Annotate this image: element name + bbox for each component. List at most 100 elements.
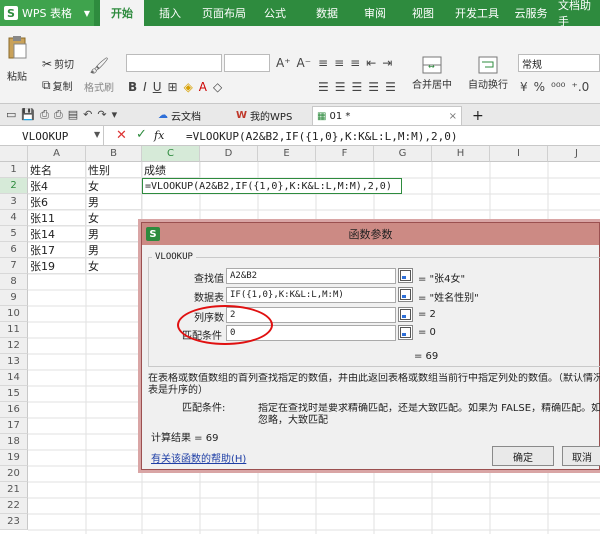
formula-input[interactable]: =VLOOKUP(A2&B2,IF({1,0},K:K&L:L,M:M),2,0… bbox=[186, 126, 458, 146]
copy-button[interactable]: ⧉ 复制 bbox=[42, 78, 73, 93]
cell-b3[interactable]: 男 bbox=[86, 194, 142, 210]
col-header-c[interactable]: C bbox=[142, 146, 200, 162]
tab-home[interactable]: 开始 bbox=[100, 0, 144, 26]
col-header-i[interactable]: I bbox=[490, 146, 548, 162]
row-header[interactable]: 22 bbox=[0, 498, 28, 514]
undo-icon[interactable]: ↶ bbox=[83, 108, 92, 122]
indent-less-icon[interactable]: ⇤ bbox=[366, 56, 376, 70]
row-header[interactable]: 20 bbox=[0, 466, 28, 482]
col-header-j[interactable]: J bbox=[548, 146, 600, 162]
tab-cloud[interactable]: 云服务 bbox=[510, 0, 552, 26]
col-header-g[interactable]: G bbox=[374, 146, 432, 162]
app-menu-button[interactable]: S WPS 表格 ▼ bbox=[0, 0, 94, 26]
row-header[interactable]: 18 bbox=[0, 434, 28, 450]
cell-c1[interactable]: 成绩 bbox=[142, 162, 200, 178]
arg-input-lookup-value[interactable]: A2&B2 bbox=[226, 268, 396, 284]
row-header[interactable]: 1 bbox=[0, 162, 28, 178]
justify-icon[interactable]: ☰ bbox=[368, 80, 379, 94]
redo-icon[interactable]: ↷ bbox=[97, 108, 106, 122]
export-icon[interactable]: ▤ bbox=[68, 108, 78, 122]
new-tab-plus-icon[interactable]: + bbox=[468, 106, 488, 125]
cut-button[interactable]: ✂ 剪切 bbox=[42, 56, 74, 72]
fill-color-icon[interactable]: ◈ bbox=[184, 80, 193, 94]
row-header[interactable]: 11 bbox=[0, 322, 28, 338]
row-header[interactable]: 10 bbox=[0, 306, 28, 322]
tab-insert[interactable]: 插入 bbox=[150, 0, 190, 26]
row-header[interactable]: 6 bbox=[0, 242, 28, 258]
close-icon[interactable]: × bbox=[449, 111, 457, 122]
currency-icon[interactable]: ¥ bbox=[520, 80, 528, 94]
cancel-icon[interactable]: ✕ bbox=[116, 128, 127, 143]
align-bottom-icon[interactable]: ≡ bbox=[350, 56, 360, 70]
name-box[interactable]: VLOOKUP bbox=[0, 126, 104, 146]
cell-a2[interactable]: 张4 bbox=[28, 178, 86, 194]
paste-button[interactable]: 粘贴 bbox=[6, 34, 28, 83]
range-select-icon[interactable] bbox=[398, 307, 413, 322]
cell-a7[interactable]: 张19 bbox=[28, 258, 86, 274]
row-header[interactable]: 21 bbox=[0, 482, 28, 498]
bold-icon[interactable]: B bbox=[128, 80, 137, 94]
row-header[interactable]: 17 bbox=[0, 418, 28, 434]
row-header[interactable]: 5 bbox=[0, 226, 28, 242]
help-link[interactable]: 有关该函数的帮助(H) bbox=[151, 450, 246, 465]
grow-font-icon[interactable]: A⁺ bbox=[276, 56, 291, 70]
cell-a3[interactable]: 张6 bbox=[28, 194, 86, 210]
align-middle-icon[interactable]: ≡ bbox=[334, 56, 344, 70]
chevron-down-icon[interactable]: ▾ bbox=[112, 108, 118, 122]
tab-page-layout[interactable]: 页面布局 bbox=[198, 0, 250, 26]
cell-a5[interactable]: 张14 bbox=[28, 226, 86, 242]
print-icon[interactable]: ⎙ bbox=[54, 108, 63, 122]
cell-b1[interactable]: 性别 bbox=[86, 162, 142, 178]
save-icon[interactable]: 💾 bbox=[21, 108, 35, 122]
row-header[interactable]: 9 bbox=[0, 290, 28, 306]
increase-decimal-icon[interactable]: ⁺.0 bbox=[571, 80, 589, 94]
cancel-button[interactable]: 取消 bbox=[562, 446, 600, 466]
row-header[interactable]: 3 bbox=[0, 194, 28, 210]
format-painter-button[interactable]: 🖌 格式刷 bbox=[84, 56, 114, 94]
row-header[interactable]: 19 bbox=[0, 450, 28, 466]
distributed-icon[interactable]: ☰ bbox=[385, 80, 396, 94]
chevron-down-icon[interactable]: ▼ bbox=[94, 130, 100, 139]
doc-tab-01[interactable]: ▦ 01 * × bbox=[312, 106, 462, 125]
col-header-a[interactable]: A bbox=[28, 146, 86, 162]
arg-input-table-array[interactable]: IF({1,0},K:K&L:L,M:M) bbox=[226, 287, 396, 303]
new-file-icon[interactable]: ▭ bbox=[6, 108, 16, 122]
font-color-icon[interactable]: A bbox=[199, 80, 207, 94]
select-all-corner[interactable] bbox=[0, 146, 28, 162]
fx-icon[interactable]: fx bbox=[154, 129, 164, 142]
tab-doc-assistant[interactable]: 文档助手 bbox=[558, 0, 600, 28]
row-header[interactable]: 13 bbox=[0, 354, 28, 370]
confirm-icon[interactable]: ✓ bbox=[136, 127, 147, 142]
percent-icon[interactable]: % bbox=[534, 80, 545, 94]
row-header[interactable]: 23 bbox=[0, 514, 28, 530]
cell-b7[interactable]: 女 bbox=[86, 258, 142, 274]
cell-a1[interactable]: 姓名 bbox=[28, 162, 86, 178]
row-header[interactable]: 7 bbox=[0, 258, 28, 274]
cell-b4[interactable]: 女 bbox=[86, 210, 142, 226]
range-select-icon[interactable] bbox=[398, 268, 413, 283]
italic-icon[interactable]: I bbox=[143, 80, 147, 94]
col-header-e[interactable]: E bbox=[258, 146, 316, 162]
font-name-combo[interactable] bbox=[126, 54, 222, 72]
row-header[interactable]: 16 bbox=[0, 402, 28, 418]
range-select-icon[interactable] bbox=[398, 325, 413, 340]
clear-format-icon[interactable]: ◇ bbox=[213, 80, 222, 94]
cell-b2[interactable]: 女 bbox=[86, 178, 142, 194]
print-preview-icon[interactable]: ⎙ bbox=[40, 108, 49, 122]
indent-more-icon[interactable]: ⇥ bbox=[382, 56, 392, 70]
doc-tab-my-wps[interactable]: W 我的WPS bbox=[232, 106, 296, 125]
wrap-text-button[interactable]: 自动换行 bbox=[468, 56, 508, 91]
shrink-font-icon[interactable]: A⁻ bbox=[297, 56, 312, 70]
dialog-title-bar[interactable]: S 函数参数 bbox=[142, 223, 599, 245]
tab-review[interactable]: 审阅 bbox=[356, 0, 394, 26]
doc-tab-cloud[interactable]: ☁ 云文档 bbox=[154, 106, 205, 125]
tab-view[interactable]: 视图 bbox=[404, 0, 442, 26]
tab-developer[interactable]: 开发工具 bbox=[450, 0, 504, 26]
cell-b5[interactable]: 男 bbox=[86, 226, 142, 242]
align-center-icon[interactable]: ☰ bbox=[335, 80, 346, 94]
cell-b6[interactable]: 男 bbox=[86, 242, 142, 258]
font-size-combo[interactable] bbox=[224, 54, 270, 72]
cell-a6[interactable]: 张17 bbox=[28, 242, 86, 258]
row-header[interactable]: 4 bbox=[0, 210, 28, 226]
col-header-f[interactable]: F bbox=[316, 146, 374, 162]
